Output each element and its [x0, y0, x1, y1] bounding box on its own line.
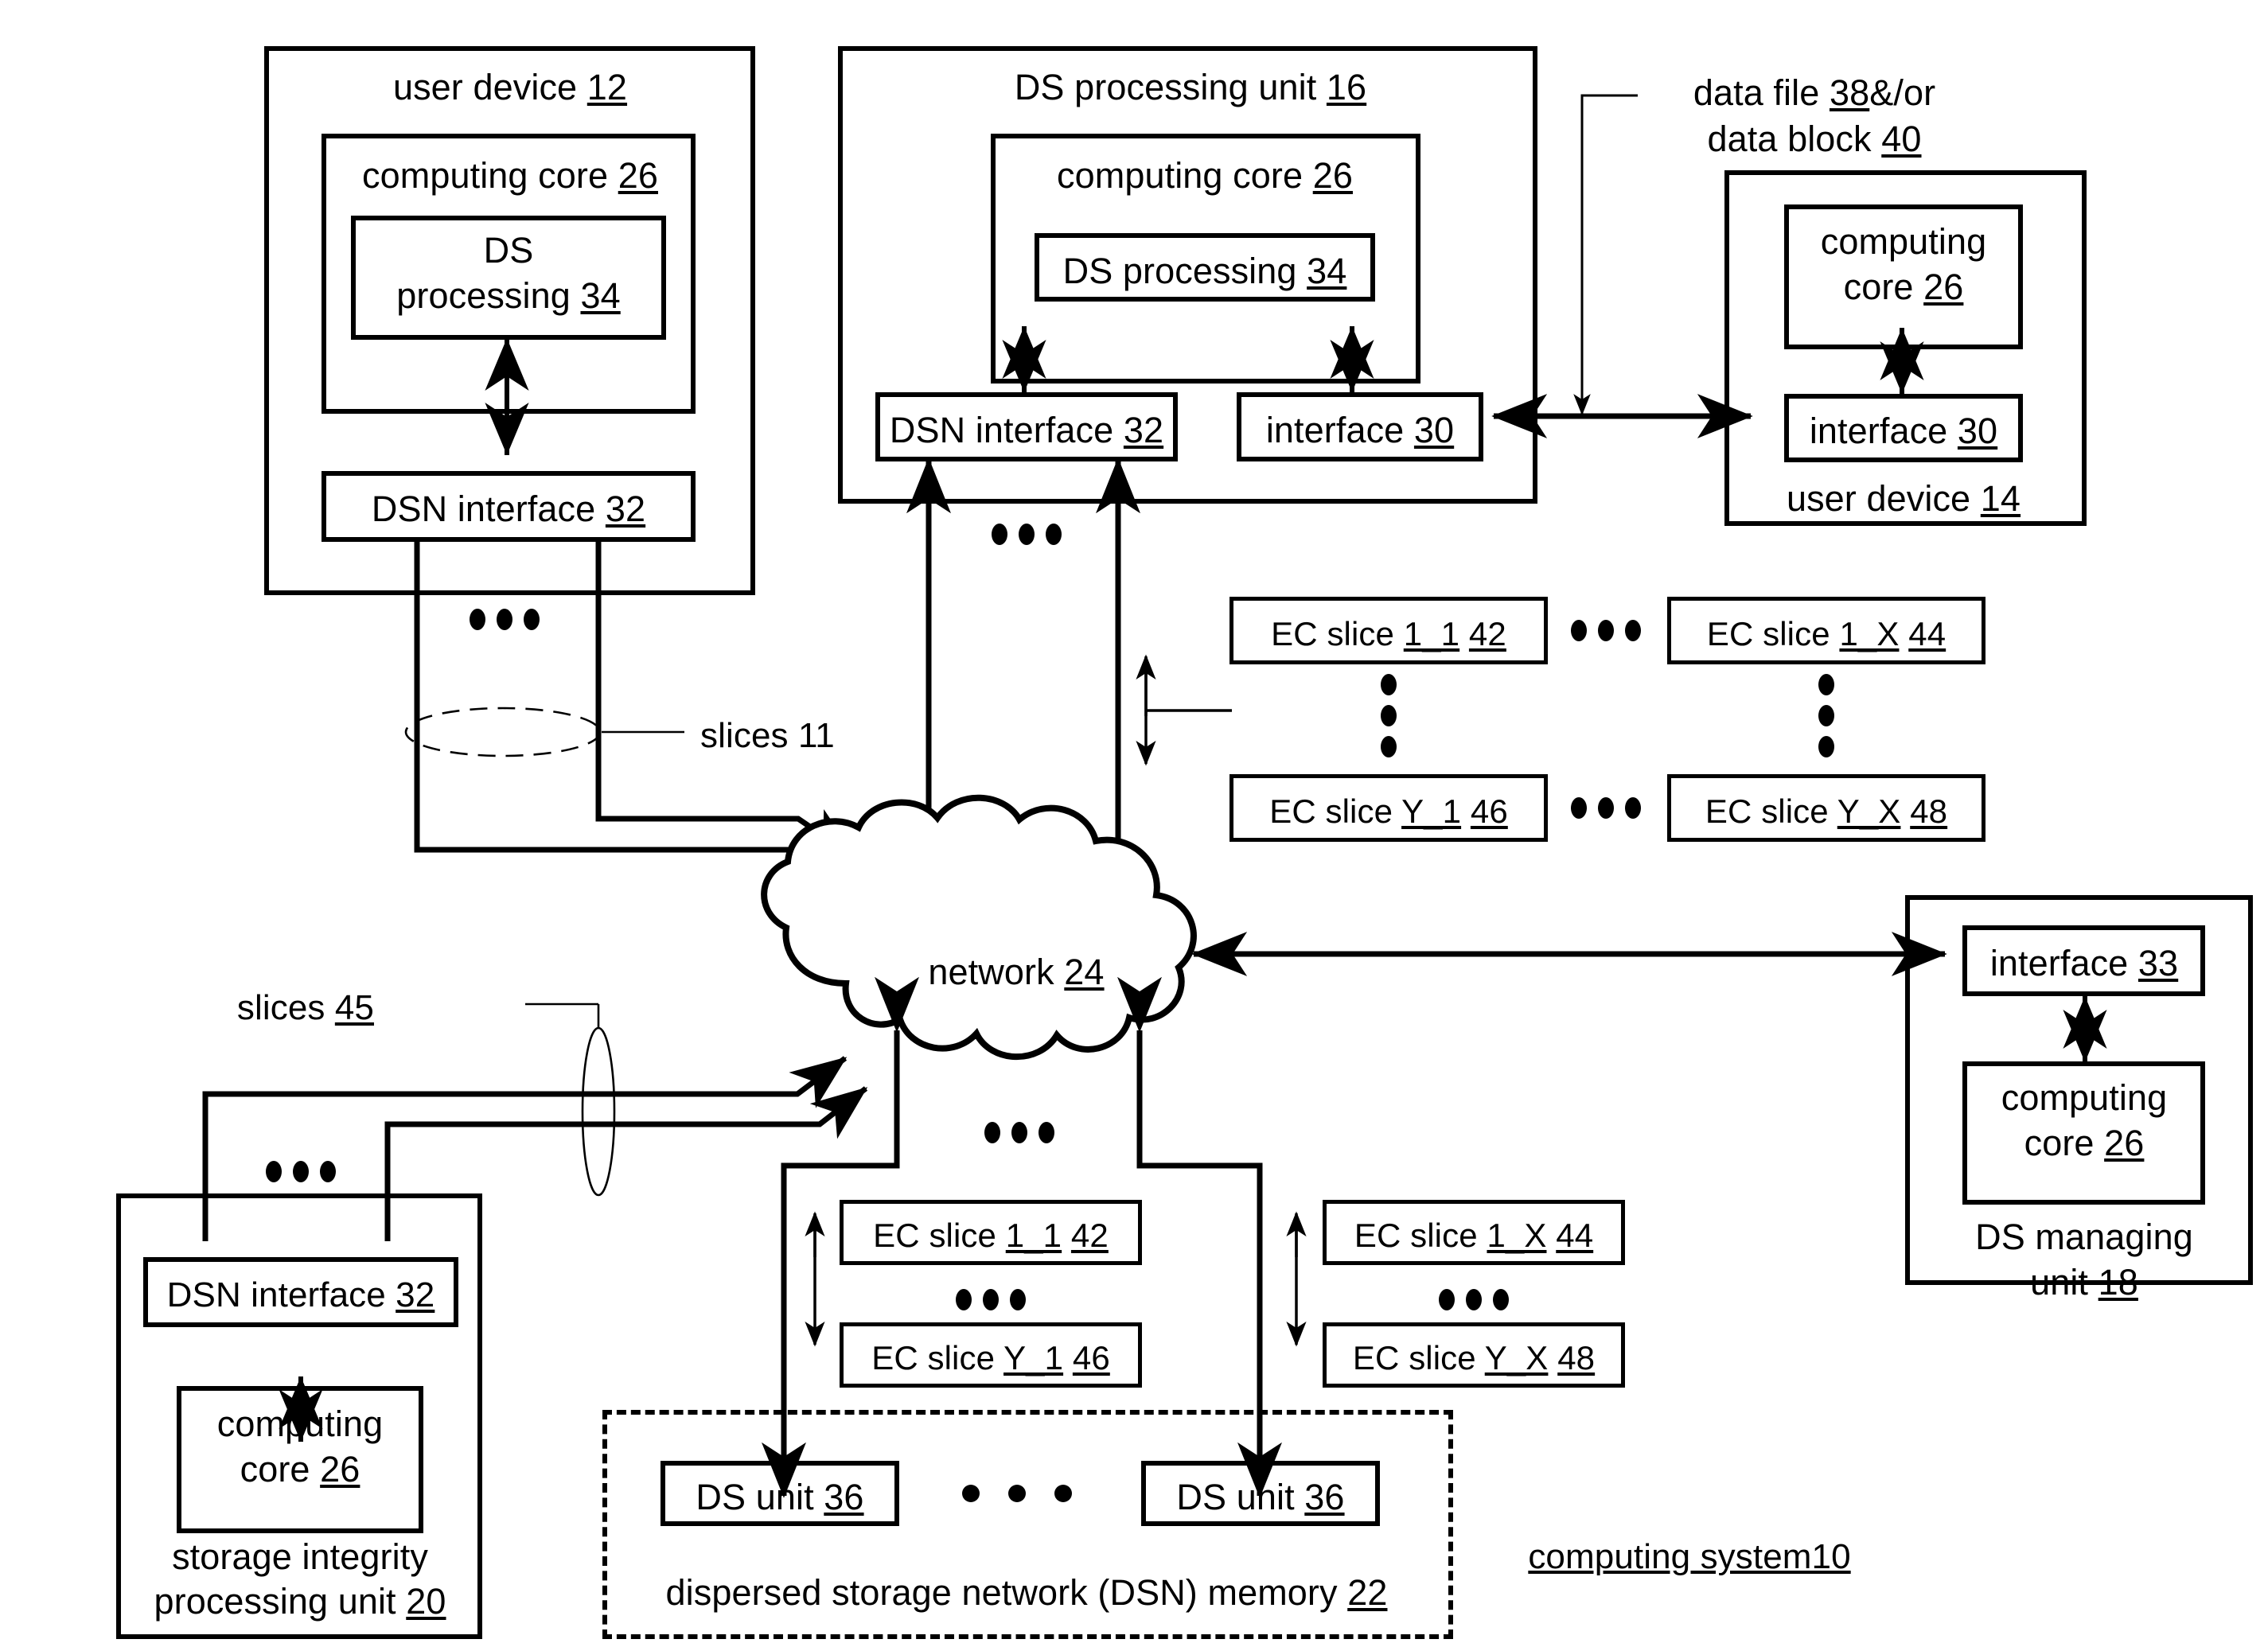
patent-figure-canvas: user device 12 computing core 26 DS proc…	[0, 0, 2268, 1647]
ec-slice-y-1-46-upper-label: EC slice Y_1 46	[1269, 792, 1508, 830]
dspu16-ellipsis	[992, 524, 1062, 545]
ec-slice-1-1-42-upper-label: EC slice 1_1 42	[1271, 615, 1506, 652]
ds-unit-36-right-label: DS unit 36	[1176, 1477, 1345, 1517]
user-device-12-title: user device 12	[392, 67, 628, 107]
dspu16-dsn-interface-label: DSN interface 32	[889, 410, 1164, 450]
dspu16-interface-30-label: interface 30	[1265, 410, 1455, 450]
data-file-callout-line2: data block 40	[1707, 119, 1922, 159]
ec-slice-1-x-44-lower-label: EC slice 1_X 44	[1354, 1217, 1594, 1254]
ud12-ds-processing-line1: DS	[483, 230, 534, 271]
ec-upper-left-vertical-ellipsis	[1381, 674, 1397, 757]
siu20-computing-core-line1: computing	[216, 1404, 384, 1444]
ec-slice-1-1-42-lower-label: EC slice 1_1 42	[873, 1217, 1109, 1254]
ec-lower-right-ellipsis	[1439, 1289, 1509, 1310]
ec-upper-double-arrow	[1136, 654, 1232, 766]
ec-lower-left-ellipsis	[956, 1289, 1026, 1310]
ud14-computing-core-line1: computing	[1820, 221, 1987, 262]
dsmu18-computing-core-line1: computing	[2001, 1077, 2168, 1118]
ec-slice-y-1-46-lower-label: EC slice Y_1 46	[871, 1339, 1110, 1376]
storage-integrity-unit-20-title-line1: storage integrity	[172, 1536, 428, 1577]
ds-managing-unit-18-title-line2: unit 18	[2030, 1262, 2138, 1302]
dsmu18-interface-33-label: interface 33	[1989, 943, 2179, 983]
ec-upper-bottom-row-ellipsis	[1571, 797, 1641, 819]
ud12-dsn-interface-label: DSN interface 32	[371, 489, 646, 529]
ds-unit-36-left-label: DS unit 36	[696, 1477, 864, 1517]
ud12-computing-core-label: computing core 26	[362, 155, 658, 196]
dspu16-ds-processing-label: DS processing 34	[1062, 251, 1347, 291]
siu20-ellipsis	[266, 1161, 336, 1182]
ud14-computing-core-line2: core 26	[1843, 267, 1964, 307]
network-lower-ellipsis	[984, 1122, 1054, 1143]
network-24-label: network 24	[928, 952, 1105, 992]
ud12-ds-processing-line2: processing 34	[396, 275, 621, 316]
storage-integrity-unit-20-title-line2: processing unit 20	[154, 1581, 446, 1622]
slices-11-marker	[404, 707, 602, 757]
network-cloud	[761, 794, 1197, 1061]
dspu16-computing-core-label: computing core 26	[1057, 155, 1353, 196]
slices-45-marker	[581, 1026, 616, 1197]
dsn-memory-22-title: dispersed storage network (DSN) memory 2…	[665, 1572, 1388, 1613]
data-file-callout-leader	[1573, 94, 1638, 416]
siu20-computing-core-line2: core 26	[240, 1449, 360, 1489]
computing-system-10-label: computing system10	[1528, 1537, 1851, 1576]
ds-managing-unit-18-title-line1: DS managing	[1975, 1217, 2193, 1257]
ec-slice-y-x-48-upper-label: EC slice Y_X 48	[1705, 792, 1948, 830]
user-device-14-title: user device 14	[1786, 478, 2021, 519]
ds-processing-unit-16-title: DS processing unit 16	[1014, 67, 1367, 107]
ec-slice-1-x-44-upper-label: EC slice 1_X 44	[1706, 615, 1947, 652]
slices-11-label: slices 11	[700, 716, 835, 755]
ec-upper-top-row-ellipsis	[1571, 620, 1641, 641]
ec-slice-y-x-48-lower-label: EC slice Y_X 48	[1352, 1339, 1596, 1376]
ud12-ellipsis	[470, 609, 540, 630]
ud14-interface-30-label: interface 30	[1809, 411, 1998, 451]
data-file-callout-line1: data file 38&/or	[1693, 72, 1936, 113]
dsn-memory-ellipsis	[962, 1485, 1072, 1502]
dsmu18-computing-core-line2: core 26	[2024, 1123, 2145, 1163]
ec-upper-right-vertical-ellipsis	[1818, 674, 1834, 757]
slices-45-label: slices 45	[236, 988, 374, 1027]
siu20-dsn-interface-label: DSN interface 32	[166, 1275, 435, 1314]
